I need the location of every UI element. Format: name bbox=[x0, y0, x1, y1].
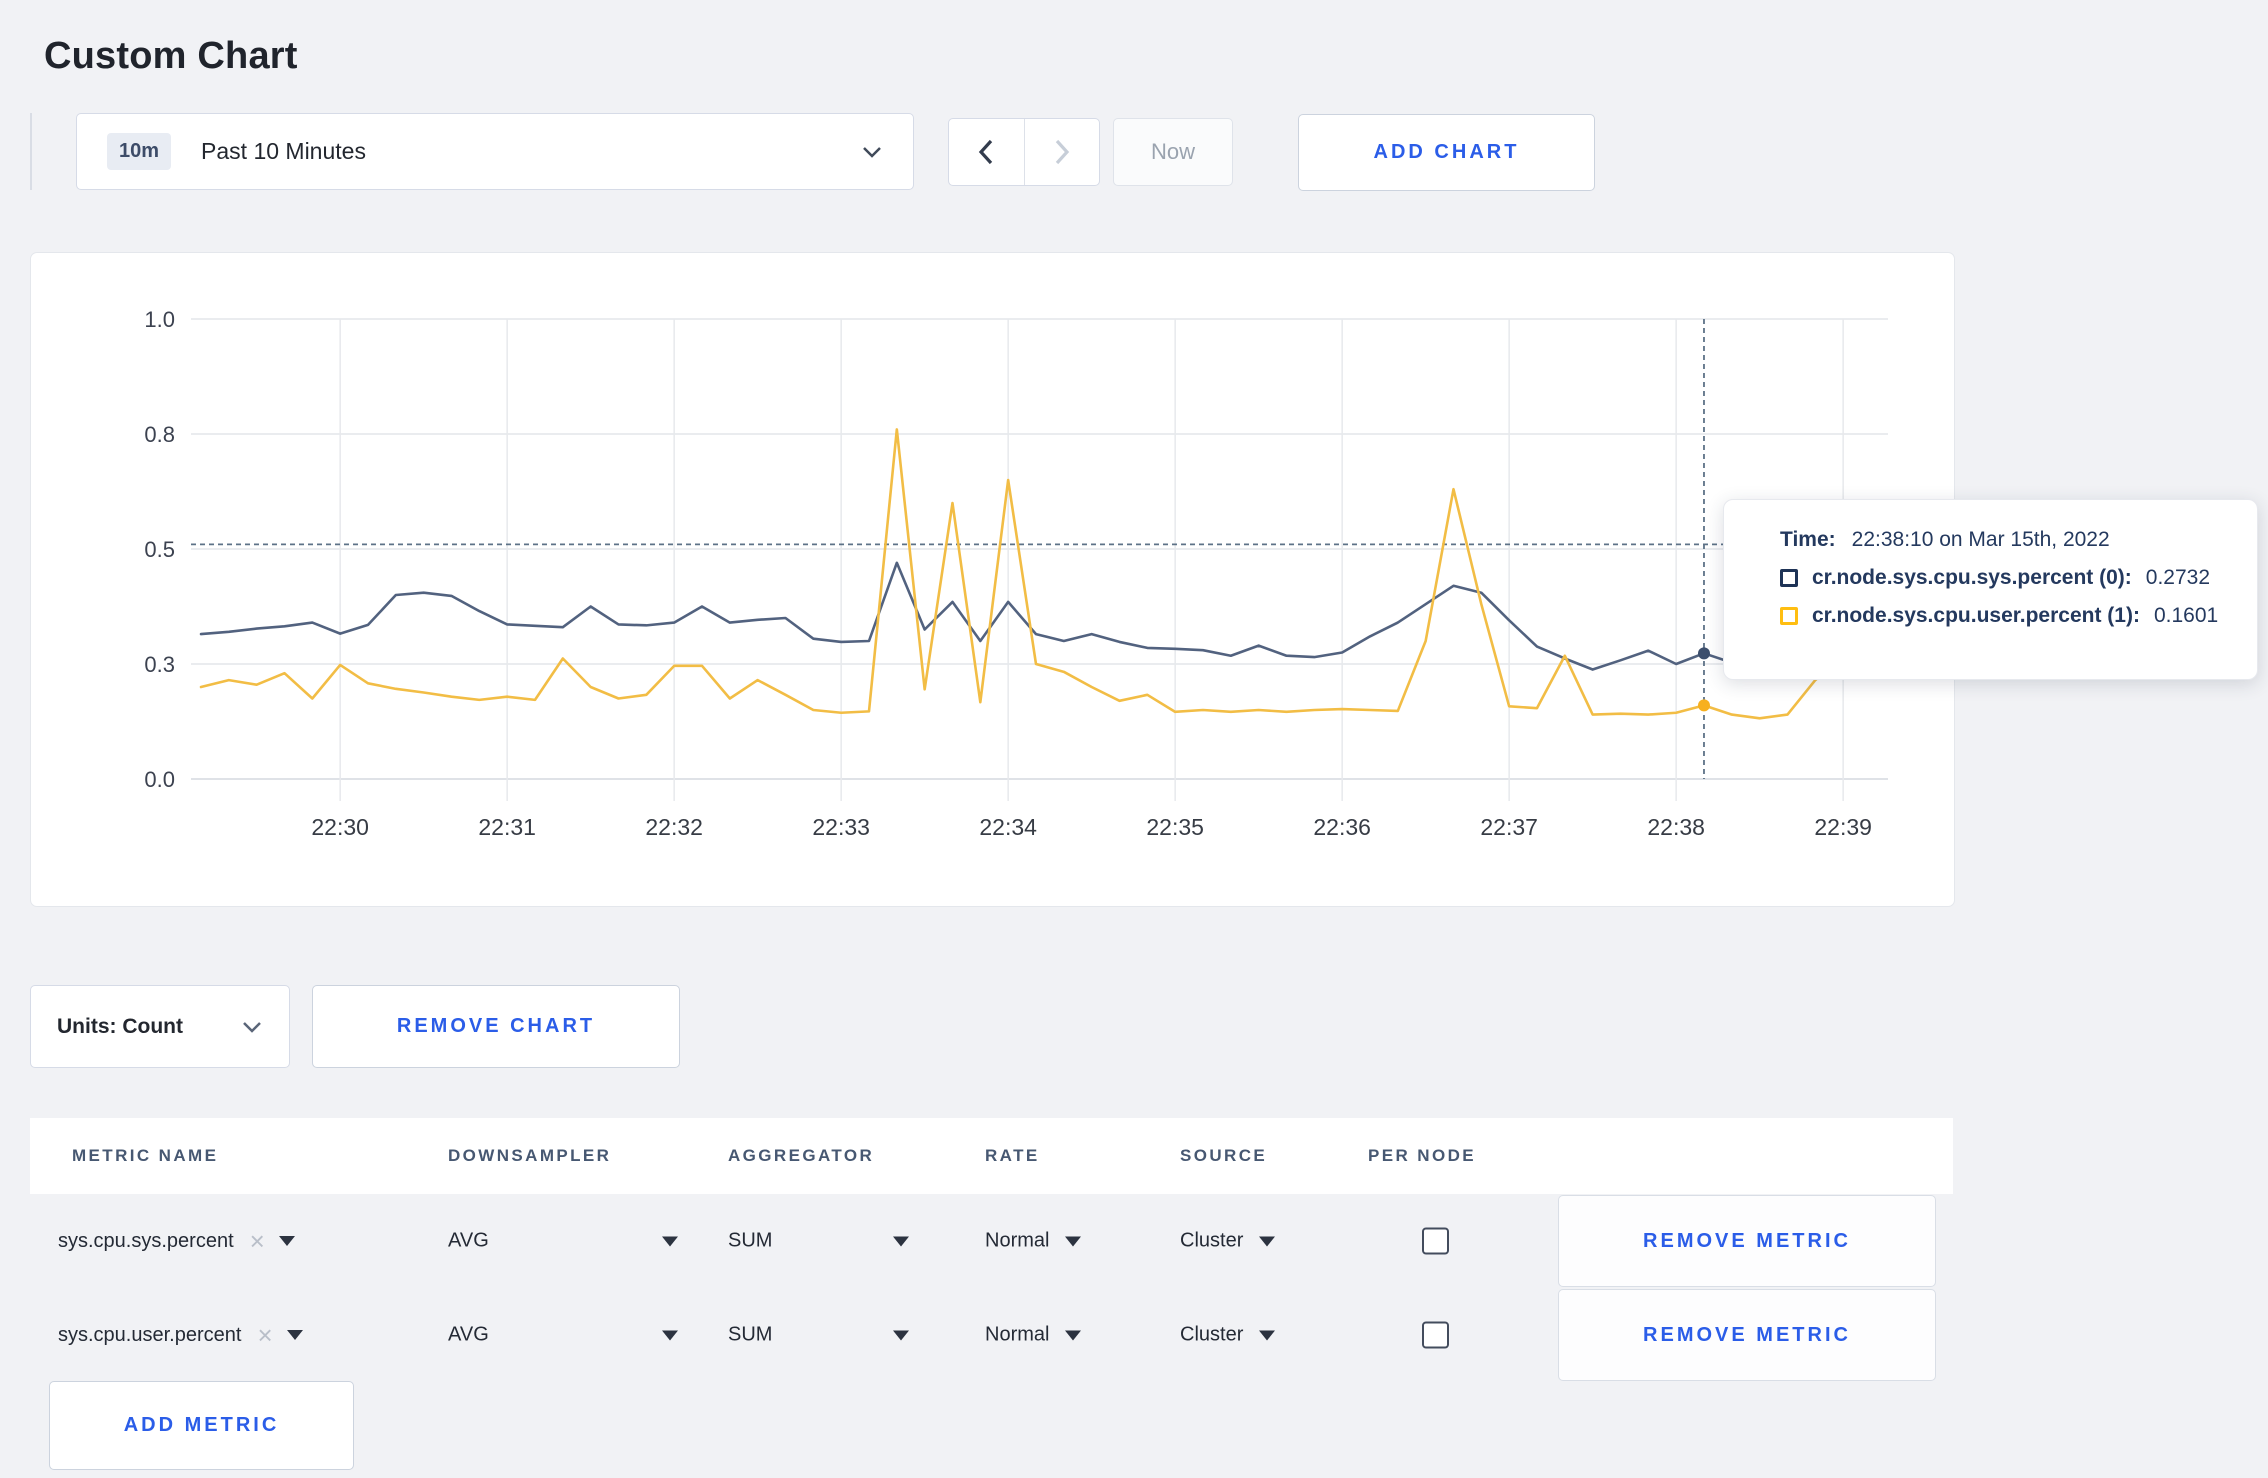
series-sys-swatch-icon bbox=[1780, 569, 1798, 587]
remove-metric-button[interactable]: REMOVE METRIC bbox=[1558, 1195, 1936, 1287]
units-label: Units: Count bbox=[57, 1014, 183, 1038]
per-node-checkbox[interactable] bbox=[1422, 1227, 1449, 1255]
time-forward-button[interactable] bbox=[1025, 119, 1100, 185]
col-header-metric-name: METRIC NAME bbox=[72, 1146, 219, 1165]
rate-value: Normal bbox=[985, 1229, 1050, 1252]
aggregator-value: SUM bbox=[728, 1323, 773, 1346]
chevron-left-icon bbox=[979, 139, 993, 165]
add-metric-button[interactable]: ADD METRIC bbox=[49, 1381, 354, 1470]
chevron-down-icon bbox=[243, 1021, 261, 1033]
source-select[interactable]: Cluster bbox=[1180, 1323, 1276, 1347]
now-button[interactable]: Now bbox=[1113, 118, 1233, 186]
tooltip-series-row: cr.node.sys.cpu.user.percent (1): 0.1601 bbox=[1780, 604, 2237, 628]
per-node-checkbox[interactable] bbox=[1422, 1321, 1449, 1349]
tooltip-time-label: Time: bbox=[1780, 528, 1836, 551]
line-chart[interactable]: 0.0 0.3 0.5 0.8 1.0 22:30 22:31 22:32 22:33 22:34… bbox=[31, 253, 1954, 906]
metrics-table-header: METRIC NAME DOWNSAMPLER AGGREGATOR RATE … bbox=[30, 1118, 1953, 1194]
svg-text:0.5: 0.5 bbox=[144, 537, 175, 562]
downsampler-select[interactable]: AVG bbox=[448, 1324, 678, 1347]
col-header-downsampler: DOWNSAMPLER bbox=[448, 1146, 612, 1165]
add-chart-button[interactable]: ADD CHART bbox=[1298, 114, 1595, 191]
toolbar-divider bbox=[30, 113, 32, 190]
rate-value: Normal bbox=[985, 1323, 1050, 1346]
metric-name-value: sys.cpu.sys.percent bbox=[58, 1229, 234, 1252]
col-header-source: SOURCE bbox=[1180, 1146, 1268, 1165]
svg-text:0.3: 0.3 bbox=[144, 652, 175, 677]
col-header-per-node: PER NODE bbox=[1368, 1146, 1476, 1165]
remove-metric-button[interactable]: REMOVE METRIC bbox=[1558, 1289, 1936, 1381]
col-header-aggregator: AGGREGATOR bbox=[728, 1146, 875, 1165]
page-title: Custom Chart bbox=[44, 35, 298, 78]
tooltip-series-value: 0.2732 bbox=[2145, 566, 2211, 589]
clear-metric-icon[interactable]: × bbox=[257, 1322, 272, 1348]
time-range-badge: 10m bbox=[107, 133, 172, 170]
caret-down-icon bbox=[278, 1236, 295, 1246]
time-backward-button[interactable] bbox=[949, 119, 1025, 185]
caret-down-icon bbox=[1259, 1236, 1276, 1246]
tooltip-time-value: 22:38:10 on Mar 15th, 2022 bbox=[1851, 528, 2110, 551]
downsampler-value: AVG bbox=[448, 1229, 489, 1252]
tooltip-time-row: Time: 22:38:10 on Mar 15th, 2022 bbox=[1780, 528, 2237, 552]
svg-text:0.8: 0.8 bbox=[144, 422, 175, 447]
caret-down-icon bbox=[1065, 1330, 1082, 1340]
source-value: Cluster bbox=[1180, 1323, 1244, 1346]
metric-row: sys.cpu.sys.percent × AVG SUM Normal Clu… bbox=[30, 1194, 1953, 1288]
svg-text:1.0: 1.0 bbox=[144, 307, 175, 332]
svg-text:22:38: 22:38 bbox=[1647, 814, 1705, 840]
units-dropdown[interactable]: Units: Count bbox=[30, 985, 290, 1068]
svg-text:22:33: 22:33 bbox=[812, 814, 870, 840]
caret-down-icon bbox=[893, 1236, 909, 1246]
downsampler-select[interactable]: AVG bbox=[448, 1230, 678, 1253]
time-range-label: Past 10 Minutes bbox=[201, 138, 366, 164]
svg-text:0.0: 0.0 bbox=[144, 767, 175, 792]
chevron-down-icon bbox=[863, 146, 881, 158]
svg-text:22:31: 22:31 bbox=[478, 814, 536, 840]
caret-down-icon bbox=[1065, 1236, 1082, 1246]
metric-name-select[interactable]: sys.cpu.sys.percent × bbox=[58, 1228, 295, 1254]
tooltip-series-name: cr.node.sys.cpu.sys.percent (0): bbox=[1812, 566, 2132, 589]
metric-name-value: sys.cpu.user.percent bbox=[58, 1323, 242, 1346]
time-pager bbox=[948, 118, 1100, 186]
aggregator-value: SUM bbox=[728, 1229, 773, 1252]
metric-row: sys.cpu.user.percent × AVG SUM Normal Cl… bbox=[30, 1288, 1953, 1382]
clear-metric-icon[interactable]: × bbox=[250, 1228, 265, 1254]
chevron-right-icon bbox=[1055, 139, 1069, 165]
chart-card: 0.0 0.3 0.5 0.8 1.0 22:30 22:31 22:32 22:33 22:34… bbox=[30, 252, 1955, 907]
tooltip-series-name: cr.node.sys.cpu.user.percent (1): bbox=[1812, 604, 2140, 627]
svg-text:22:34: 22:34 bbox=[979, 814, 1037, 840]
aggregator-select[interactable]: SUM bbox=[728, 1230, 909, 1253]
svg-text:22:32: 22:32 bbox=[645, 814, 703, 840]
caret-down-icon bbox=[662, 1236, 678, 1246]
caret-down-icon bbox=[1259, 1330, 1276, 1340]
tooltip-series-row: cr.node.sys.cpu.sys.percent (0): 0.2732 bbox=[1780, 566, 2237, 590]
metric-name-select[interactable]: sys.cpu.user.percent × bbox=[58, 1322, 303, 1348]
caret-down-icon bbox=[662, 1330, 678, 1340]
tooltip-series-value: 0.1601 bbox=[2153, 604, 2219, 627]
time-range-dropdown[interactable]: 10m Past 10 Minutes bbox=[76, 113, 914, 190]
svg-text:22:35: 22:35 bbox=[1146, 814, 1204, 840]
svg-text:22:36: 22:36 bbox=[1313, 814, 1371, 840]
source-select[interactable]: Cluster bbox=[1180, 1229, 1276, 1253]
remove-chart-button[interactable]: REMOVE CHART bbox=[312, 985, 680, 1068]
chart-tooltip: Time: 22:38:10 on Mar 15th, 2022 cr.node… bbox=[1723, 499, 2258, 680]
caret-down-icon bbox=[893, 1330, 909, 1340]
aggregator-select[interactable]: SUM bbox=[728, 1324, 909, 1347]
caret-down-icon bbox=[286, 1330, 303, 1340]
svg-text:22:30: 22:30 bbox=[311, 814, 369, 840]
col-header-rate: RATE bbox=[985, 1146, 1040, 1165]
downsampler-value: AVG bbox=[448, 1323, 489, 1346]
rate-select[interactable]: Normal bbox=[985, 1229, 1082, 1253]
source-value: Cluster bbox=[1180, 1229, 1244, 1252]
series-user-swatch-icon bbox=[1780, 607, 1798, 625]
svg-text:22:37: 22:37 bbox=[1480, 814, 1538, 840]
svg-text:22:39: 22:39 bbox=[1814, 814, 1872, 840]
rate-select[interactable]: Normal bbox=[985, 1323, 1082, 1347]
